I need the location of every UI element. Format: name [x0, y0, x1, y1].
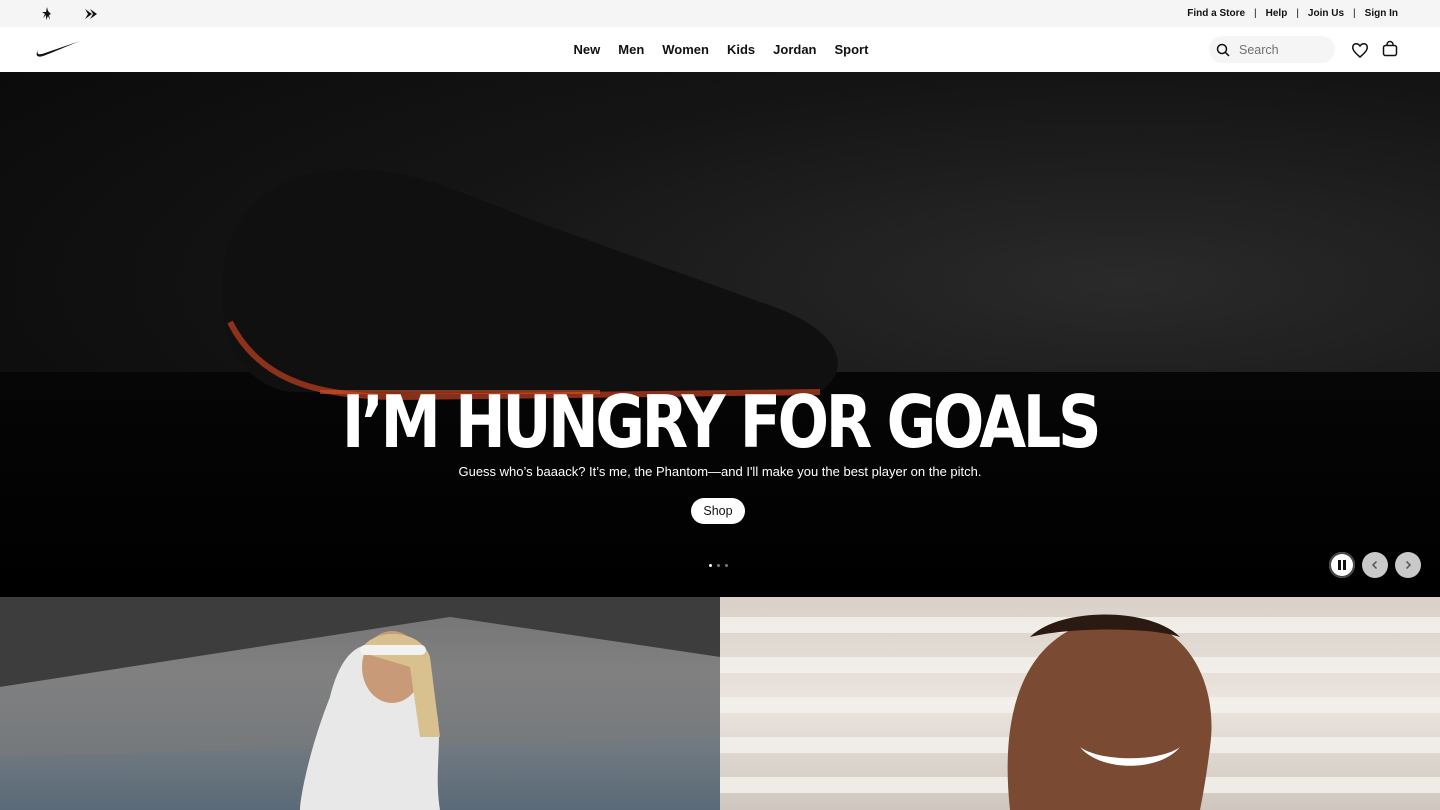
stadium-athlete-image: [0, 597, 720, 810]
promo-tile-women[interactable]: [0, 597, 720, 810]
nav-item-women[interactable]: Women: [662, 38, 709, 61]
carousel-dot-3[interactable]: [725, 564, 728, 567]
utility-bar: Find a Store | Help | Join Us | Sign In: [0, 0, 1440, 27]
separator: |: [1254, 8, 1257, 19]
search-icon[interactable]: [1215, 42, 1231, 58]
search-box[interactable]: [1209, 36, 1335, 63]
favorites-heart-icon[interactable]: [1351, 41, 1369, 59]
hero-banner: I’M HUNGRY FOR GOALS Guess who’s baaack?…: [0, 72, 1440, 597]
brand-switcher: [36, 3, 102, 25]
shop-button[interactable]: Shop: [691, 498, 745, 524]
find-a-store-link[interactable]: Find a Store: [1187, 8, 1245, 19]
converse-icon[interactable]: [80, 3, 102, 25]
main-nav: New Men Women Kids Jordan Sport: [0, 27, 1440, 72]
help-link[interactable]: Help: [1266, 8, 1288, 19]
promo-tile-men[interactable]: [720, 597, 1440, 810]
nav-item-jordan[interactable]: Jordan: [773, 38, 816, 61]
nav-item-kids[interactable]: Kids: [727, 38, 755, 61]
pause-icon: [1338, 560, 1346, 570]
hero-subtitle: Guess who’s baaack? It’s me, the Phantom…: [458, 464, 982, 479]
carousel-dot-1[interactable]: [709, 564, 712, 567]
carousel-dot-2[interactable]: [717, 564, 720, 567]
search-input[interactable]: [1237, 41, 1331, 58]
separator: |: [1353, 8, 1356, 19]
previous-slide-button[interactable]: [1362, 552, 1388, 578]
bag-icon[interactable]: [1381, 40, 1399, 58]
separator: |: [1296, 8, 1299, 19]
chevron-right-icon: [1405, 560, 1412, 570]
pause-button[interactable]: [1329, 552, 1355, 578]
hero-headline: I’M HUNGRY FOR GOALS: [341, 380, 1102, 464]
jordan-icon[interactable]: [36, 3, 58, 25]
nav-item-new[interactable]: New: [574, 38, 601, 61]
nav-item-men[interactable]: Men: [618, 38, 644, 61]
join-us-link[interactable]: Join Us: [1308, 8, 1344, 19]
chevron-left-icon: [1371, 560, 1378, 570]
sign-in-link[interactable]: Sign In: [1365, 8, 1398, 19]
nav-item-sport[interactable]: Sport: [835, 38, 869, 61]
next-slide-button[interactable]: [1395, 552, 1421, 578]
carousel-dots: [709, 564, 728, 567]
smiling-athlete-image: [720, 614, 1440, 810]
utility-links: Find a Store | Help | Join Us | Sign In: [1187, 0, 1398, 27]
